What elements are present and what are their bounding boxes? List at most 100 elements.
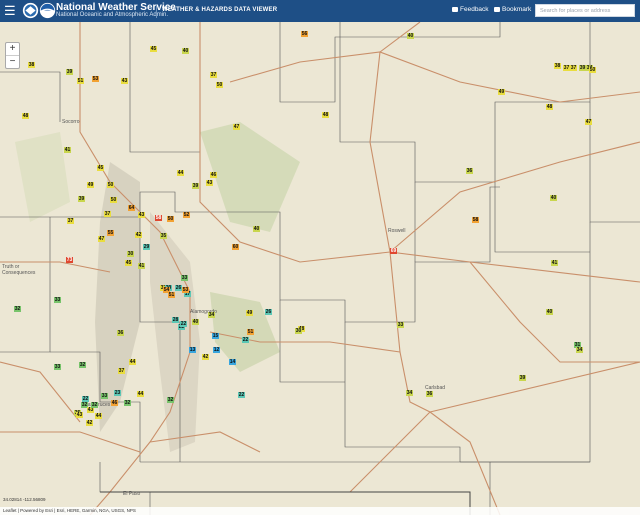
temperature-marker[interactable]: 60 xyxy=(232,244,239,250)
temperature-marker[interactable]: 50 xyxy=(107,182,114,188)
temperature-marker[interactable]: 53 xyxy=(92,76,99,82)
feedback-link[interactable]: Feedback xyxy=(452,6,489,13)
temperature-marker[interactable]: 32 xyxy=(167,397,174,403)
temperature-marker[interactable]: 34 xyxy=(208,312,215,318)
temperature-marker[interactable]: 30 xyxy=(127,251,134,257)
temperature-marker[interactable]: 44 xyxy=(177,170,184,176)
temperature-marker[interactable]: 55 xyxy=(107,230,114,236)
temperature-marker[interactable]: 32 xyxy=(91,402,98,408)
temperature-marker[interactable]: 49 xyxy=(498,89,505,95)
temperature-marker[interactable]: 39 xyxy=(519,375,526,381)
temperature-marker[interactable]: 50 xyxy=(216,82,223,88)
temperature-marker[interactable]: 44 xyxy=(137,391,144,397)
temperature-marker[interactable]: 23 xyxy=(114,390,121,396)
temperature-marker[interactable]: 48 xyxy=(546,104,553,110)
zoom-out-button[interactable]: − xyxy=(6,55,19,68)
map-canvas[interactable]: Socorro Truth or Consequences Roswell Al… xyxy=(0,22,640,515)
temperature-marker[interactable]: 26 xyxy=(265,309,272,315)
temperature-marker[interactable]: 49 xyxy=(246,310,253,316)
temperature-marker[interactable]: 37 xyxy=(67,218,74,224)
menu-icon[interactable]: ☰ xyxy=(4,4,16,18)
temperature-marker[interactable]: 43 xyxy=(76,412,83,418)
temperature-marker[interactable]: 34 xyxy=(576,347,583,353)
zoom-in-button[interactable]: + xyxy=(6,43,19,55)
temperature-marker[interactable]: 33 xyxy=(181,275,188,281)
temperature-marker[interactable]: 37 xyxy=(118,368,125,374)
temperature-marker[interactable]: 15 xyxy=(212,333,219,339)
temperature-marker[interactable]: 22 xyxy=(180,321,187,327)
temperature-marker[interactable]: 64 xyxy=(128,205,135,211)
temperature-marker[interactable]: 52 xyxy=(183,212,190,218)
temperature-marker[interactable]: 40 xyxy=(407,33,414,39)
temperature-marker[interactable]: 40 xyxy=(192,319,199,325)
temperature-marker[interactable]: 32 xyxy=(124,400,131,406)
temperature-marker[interactable]: 50 xyxy=(110,197,117,203)
temperature-marker[interactable]: 49 xyxy=(87,182,94,188)
temperature-marker[interactable]: 32 xyxy=(14,306,21,312)
temperature-marker[interactable]: 53 xyxy=(182,287,189,293)
search-input[interactable]: Search for places or address xyxy=(535,4,635,17)
temperature-marker[interactable]: 30 xyxy=(295,328,302,334)
temperature-marker[interactable]: 50 xyxy=(167,216,174,222)
temperature-marker[interactable]: 41 xyxy=(138,263,145,269)
temperature-marker[interactable]: 48 xyxy=(22,113,29,119)
temperature-marker[interactable]: 46 xyxy=(111,400,118,406)
temperature-marker[interactable]: 22 xyxy=(242,337,249,343)
temperature-marker[interactable]: 33 xyxy=(101,393,108,399)
temperature-marker[interactable]: 44 xyxy=(129,359,136,365)
temperature-marker[interactable]: 40 xyxy=(182,48,189,54)
temperature-marker[interactable]: 43 xyxy=(121,78,128,84)
temperature-marker[interactable]: 40 xyxy=(550,195,557,201)
temperature-marker[interactable]: 33 xyxy=(397,322,404,328)
temperature-marker[interactable]: 50 xyxy=(589,67,596,73)
temperature-marker[interactable]: 38 xyxy=(28,62,35,68)
temperature-marker[interactable]: 42 xyxy=(86,420,93,426)
temperature-marker[interactable]: 51 xyxy=(168,292,175,298)
temperature-marker[interactable]: 12 xyxy=(213,347,220,353)
temperature-marker[interactable]: 58 xyxy=(472,217,479,223)
temperature-marker[interactable]: 43 xyxy=(206,180,213,186)
temperature-marker[interactable]: 43 xyxy=(138,212,145,218)
temperature-marker[interactable]: 36 xyxy=(426,391,433,397)
temperature-marker[interactable]: 42 xyxy=(202,354,209,360)
temperature-marker[interactable]: 37 xyxy=(210,72,217,78)
temperature-marker[interactable]: 51 xyxy=(77,78,84,84)
temperature-marker[interactable]: 69 xyxy=(390,248,397,254)
temperature-marker[interactable]: 33 xyxy=(54,297,61,303)
temperature-marker[interactable]: 39 xyxy=(192,183,199,189)
temperature-marker[interactable]: 32 xyxy=(79,362,86,368)
temperature-marker[interactable]: 13 xyxy=(189,347,196,353)
temperature-marker[interactable]: 41 xyxy=(551,260,558,266)
viewer-name[interactable]: WEATHER & HAZARDS DATA VIEWER xyxy=(162,7,277,13)
temperature-marker[interactable]: 44 xyxy=(95,413,102,419)
temperature-marker[interactable]: 14 xyxy=(229,359,236,365)
temperature-marker[interactable]: 39 xyxy=(579,65,586,71)
temperature-marker[interactable]: 58 xyxy=(155,215,162,221)
temperature-marker[interactable]: 39 xyxy=(78,196,85,202)
temperature-marker[interactable]: 37 xyxy=(570,65,577,71)
temperature-marker[interactable]: 22 xyxy=(238,392,245,398)
temperature-marker[interactable]: 46 xyxy=(210,172,217,178)
temperature-marker[interactable]: 33 xyxy=(54,364,61,370)
temperature-marker[interactable]: 40 xyxy=(546,309,553,315)
temperature-marker[interactable]: 41 xyxy=(64,147,71,153)
temperature-marker[interactable]: 56 xyxy=(301,31,308,37)
temperature-marker[interactable]: 45 xyxy=(150,46,157,52)
bookmark-link[interactable]: Bookmark xyxy=(494,6,531,13)
temperature-marker[interactable]: 45 xyxy=(97,165,104,171)
temperature-marker[interactable]: 36 xyxy=(117,330,124,336)
temperature-marker[interactable]: 29 xyxy=(143,244,150,250)
temperature-marker[interactable]: 45 xyxy=(125,260,132,266)
temperature-marker[interactable]: 37 xyxy=(563,65,570,71)
temperature-marker[interactable]: 39 xyxy=(66,69,73,75)
temperature-marker[interactable]: 37 xyxy=(104,211,111,217)
temperature-marker[interactable]: 35 xyxy=(160,233,167,239)
temperature-marker[interactable]: 42 xyxy=(135,232,142,238)
temperature-marker[interactable]: 36 xyxy=(466,168,473,174)
temperature-marker[interactable]: 28 xyxy=(172,317,179,323)
temperature-marker[interactable]: 34 xyxy=(406,390,413,396)
temperature-marker[interactable]: 47 xyxy=(98,236,105,242)
temperature-marker[interactable]: 48 xyxy=(322,112,329,118)
temperature-marker[interactable]: 47 xyxy=(233,124,240,130)
temperature-marker[interactable]: 26 xyxy=(175,285,182,291)
